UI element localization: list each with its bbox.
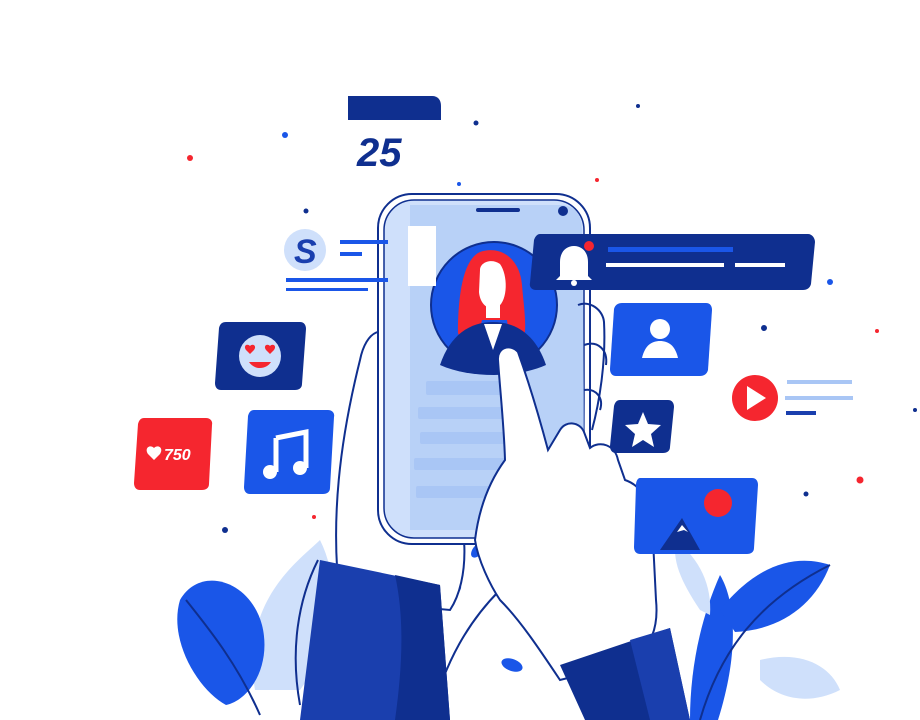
- notification-card: [529, 234, 815, 290]
- music-card: [244, 410, 335, 494]
- likes-count: 750: [164, 447, 191, 464]
- image-card: [634, 478, 758, 554]
- social-media-illustration: 25 S 750: [134, 96, 917, 720]
- profile-card-letter: S: [294, 233, 317, 271]
- user-card: [610, 303, 712, 376]
- emoji-card: [215, 322, 306, 390]
- plant-right: [675, 540, 840, 720]
- video-notification: [732, 375, 853, 421]
- emoji-heart-eyes-icon: [239, 335, 281, 377]
- left-sleeve: [300, 560, 450, 720]
- phone-camera: [558, 206, 568, 216]
- likes-badge: 750: [134, 418, 213, 490]
- calendar-icon: [348, 96, 441, 120]
- phone-speaker: [476, 208, 520, 212]
- profile-card: S: [284, 226, 436, 291]
- calendar-day: 25: [356, 131, 402, 175]
- calendar-card: 25: [348, 96, 441, 175]
- star-card: [610, 400, 674, 453]
